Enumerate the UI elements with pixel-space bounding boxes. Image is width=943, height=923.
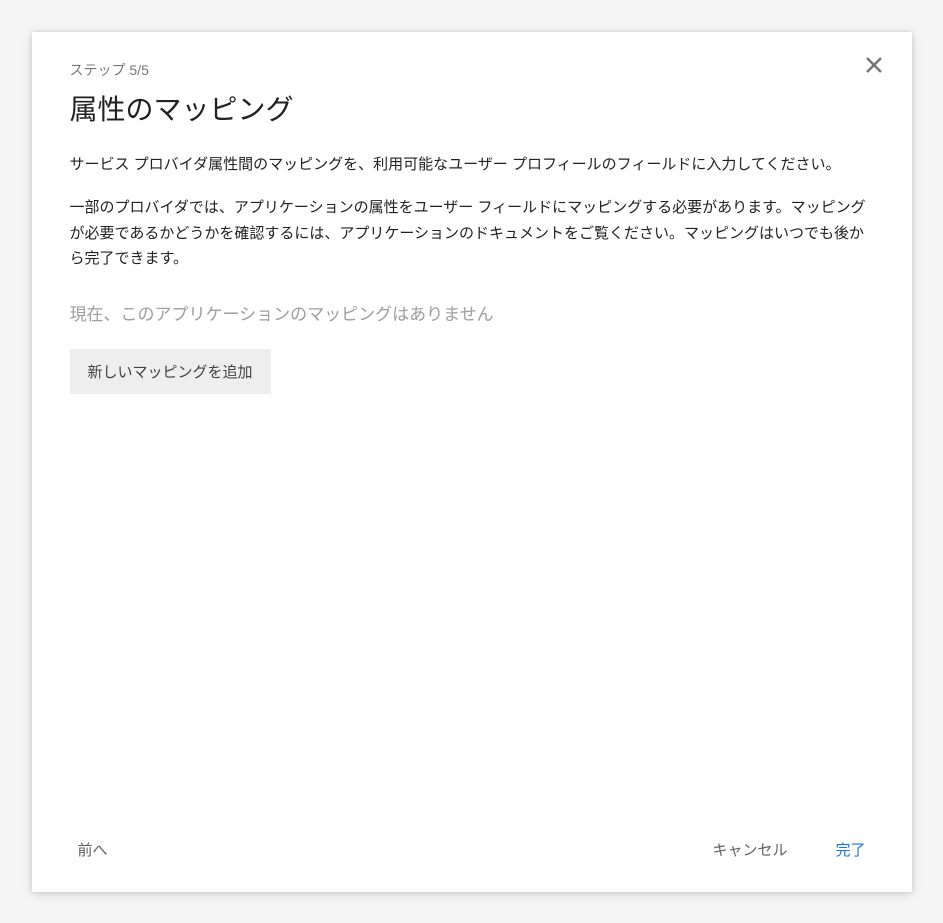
close-button[interactable] <box>862 54 886 78</box>
attribute-mapping-dialog: ステップ 5/5 属性のマッピング サービス プロバイダ属性間のマッピングを、利… <box>32 32 912 892</box>
close-icon <box>866 53 882 79</box>
cancel-button[interactable]: キャンセル <box>704 835 795 864</box>
dialog-title: 属性のマッピング <box>70 88 874 128</box>
dialog-header: ステップ 5/5 属性のマッピング <box>32 32 912 152</box>
description-paragraph-2: 一部のプロバイダでは、アプリケーションの属性をユーザー フィールドにマッピングす… <box>70 195 874 272</box>
dialog-body: サービス プロバイダ属性間のマッピングを、利用可能なユーザー プロフィールのフィ… <box>32 152 912 815</box>
footer-left: 前へ <box>70 835 705 864</box>
description-paragraph-1: サービス プロバイダ属性間のマッピングを、利用可能なユーザー プロフィールのフィ… <box>70 152 874 178</box>
finish-button[interactable]: 完了 <box>827 835 873 864</box>
add-mapping-button[interactable]: 新しいマッピングを追加 <box>70 349 271 394</box>
back-button[interactable]: 前へ <box>70 835 116 864</box>
empty-mapping-message: 現在、このアプリケーションのマッピングはありません <box>70 300 874 325</box>
footer-right: キャンセル 完了 <box>704 835 873 864</box>
step-indicator: ステップ 5/5 <box>70 60 874 80</box>
dialog-footer: 前へ キャンセル 完了 <box>32 815 912 892</box>
